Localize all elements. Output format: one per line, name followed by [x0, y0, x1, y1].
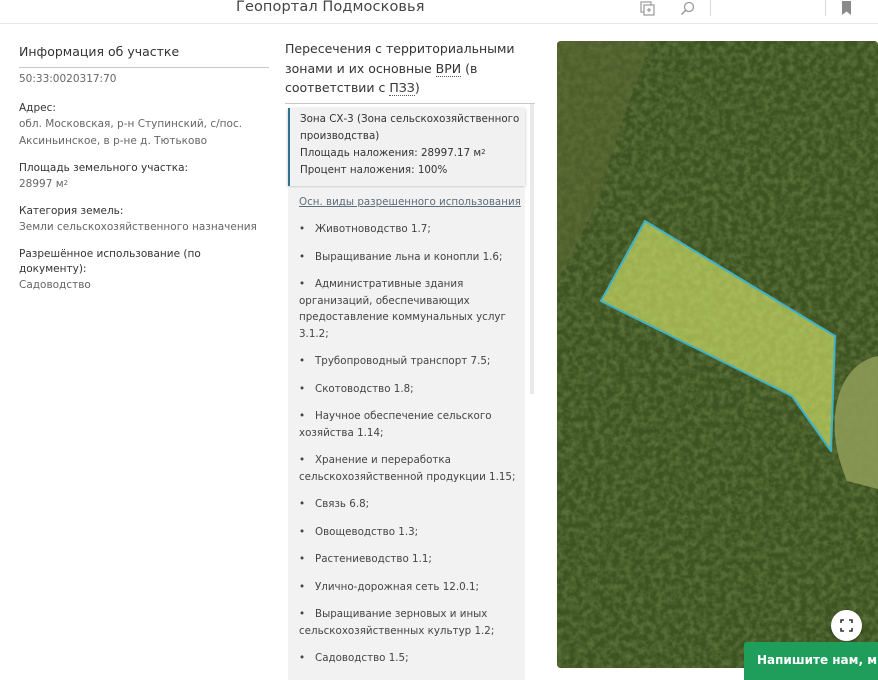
parcel-info-panel: Информация об участке 50:33:0020317:70 А… — [19, 44, 269, 294]
usage-label: Разрешённое использование (по документу)… — [19, 248, 201, 275]
area-value: 28997 м2 — [19, 178, 69, 190]
bullet-icon: • — [299, 382, 306, 395]
address-field: Адрес: обл. Московская, р-н Ступинский, … — [19, 101, 269, 150]
chat-button[interactable]: Напишите нам, мы н — [744, 642, 878, 680]
address-value: обл. Московская, р-н Ступинский, с/пос. … — [19, 118, 243, 147]
area-field: Площадь земельного участка: 28997 м2 — [19, 161, 269, 193]
satellite-image — [557, 41, 878, 668]
vri-list-item: • Административные здания организаций, об… — [299, 278, 506, 340]
top-bar: Геопортал Подмосковья — [0, 0, 878, 24]
bullet-icon: • — [299, 454, 306, 466]
vri-list-item: • Садоводство 1.5; — [299, 650, 525, 667]
vri-abbr[interactable]: ВРИ — [435, 60, 462, 77]
bookmark-icon[interactable] — [838, 0, 856, 18]
map-view[interactable] — [557, 41, 878, 668]
panel-title: Информация об участке — [19, 44, 269, 68]
bullet-icon: • — [299, 223, 306, 235]
bullet-icon: • — [299, 553, 306, 565]
overlap-percent: Процент наложения: 100% — [300, 164, 448, 176]
vri-list-item: • Научное обеспечение сельского хозяйства… — [299, 410, 492, 439]
category-field: Категория земель: Земли сельскохозяйстве… — [19, 204, 269, 236]
overlap-area: Площадь наложения: 28997.17 м2 — [300, 147, 486, 159]
vri-list: • Животноводство 1.7; • Выращивание льна и … — [299, 221, 525, 667]
vri-list-item: • Выращивание льна и конопли 1.6; — [299, 249, 525, 266]
bullet-icon: • — [299, 525, 306, 538]
zones-title: Пересечения с территориальными зонами и … — [285, 41, 515, 96]
bullet-icon: • — [299, 355, 306, 367]
usage-value: Садоводство — [19, 279, 91, 291]
usage-field: Разрешённое использование (по документу)… — [19, 247, 269, 294]
category-label: Категория земель: — [19, 205, 124, 217]
vri-list-item: • Улично-дорожная сеть 12.0.1; — [299, 579, 525, 596]
bullet-icon: • — [299, 250, 306, 263]
cadastral-number: 50:33:0020317:70 — [19, 73, 117, 85]
pzz-abbr[interactable]: ПЗЗ — [389, 80, 415, 96]
bullet-icon: • — [299, 498, 306, 510]
zone-card[interactable]: Зона СХ-3 (Зона сельскохозяйственного пр… — [288, 108, 525, 186]
vri-list-item: • Животноводство 1.7; — [299, 221, 525, 238]
divider — [285, 103, 535, 104]
vri-list-item: • Выращивание зерновых и иных сельскохозя… — [299, 608, 495, 637]
bullet-icon: • — [299, 410, 306, 422]
fullscreen-icon — [840, 619, 853, 632]
vri-list-item: • Скотоводство 1.8; — [299, 381, 525, 398]
vri-list-item: • Овощеводство 1.3; — [299, 524, 525, 541]
select-area-icon[interactable] — [638, 0, 656, 18]
vri-list-item: • Связь 6.8; — [299, 496, 525, 513]
bullet-icon: • — [299, 580, 306, 593]
vri-list-item: • Трубопроводный транспорт 7.5; — [299, 353, 525, 370]
bullet-icon: • — [299, 608, 306, 620]
vri-list-item: • Растениеводство 1.1; — [299, 551, 525, 568]
address-label: Адрес: — [19, 102, 56, 114]
vri-list-header[interactable]: Осн. виды разрешенного использования — [299, 195, 525, 209]
vri-list-item: • Хранение и переработка сельскохозяйстве… — [299, 454, 516, 483]
toolbar-divider — [825, 0, 826, 16]
area-label: Площадь земельного участка: — [19, 162, 189, 174]
scrollbar[interactable] — [530, 104, 534, 394]
zone-name: Зона СХ-3 (Зона сельскохозяйственного пр… — [300, 113, 520, 142]
category-value: Земли сельскохозяйственного назначения — [19, 221, 257, 233]
bullet-icon: • — [299, 278, 306, 290]
bullet-icon: • — [299, 652, 306, 664]
search-icon[interactable] — [679, 0, 697, 18]
fullscreen-button[interactable] — [831, 610, 862, 641]
vri-list-panel: Осн. виды разрешенного использования • Жи… — [288, 188, 525, 680]
app-title: Геопортал Подмосковья — [236, 0, 425, 15]
toolbar-divider — [710, 0, 711, 16]
